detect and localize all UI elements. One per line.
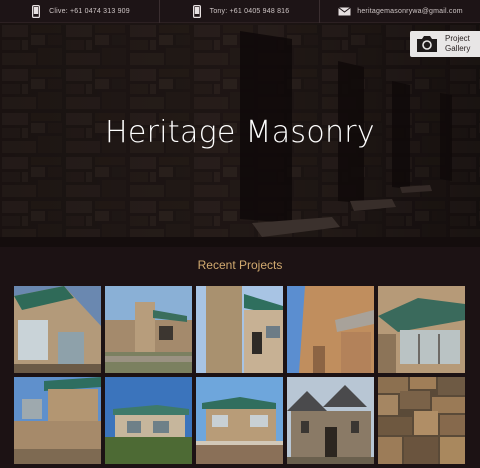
mobile-phone-icon [190, 5, 204, 19]
project-thumbnail[interactable] [378, 377, 465, 464]
project-thumbnail[interactable] [105, 377, 192, 464]
contact-tony-text: Tony: +61 0405 948 816 [209, 8, 290, 15]
contact-bar: Clive: +61 0474 313 909 Tony: +61 0405 9… [0, 0, 480, 23]
project-thumbnail[interactable] [14, 286, 101, 373]
contact-email[interactable]: heritagemasonrywa@gmail.com [320, 0, 480, 23]
project-gallery-line2: Gallery [445, 44, 471, 53]
contact-email-text: heritagemasonrywa@gmail.com [357, 8, 463, 15]
hero-banner: Heritage Masonry [0, 23, 480, 247]
project-thumbnail[interactable] [14, 377, 101, 464]
camera-icon [417, 36, 437, 52]
project-thumbnail[interactable] [196, 286, 283, 373]
project-thumbnail[interactable] [287, 377, 374, 464]
project-gallery-line1: Project [445, 34, 470, 43]
project-thumbnail[interactable] [196, 377, 283, 464]
project-thumbnail[interactable] [105, 286, 192, 373]
hero-title: Heritage Masonry [105, 115, 375, 150]
envelope-icon [337, 5, 351, 19]
project-gallery-button[interactable]: Project Gallery [410, 31, 480, 57]
project-thumbnail[interactable] [287, 286, 374, 373]
recent-projects-heading: Recent Projects [197, 258, 283, 272]
contact-clive[interactable]: Clive: +61 0474 313 909 [0, 0, 160, 23]
contact-tony[interactable]: Tony: +61 0405 948 816 [160, 0, 320, 23]
contact-clive-text: Clive: +61 0474 313 909 [49, 8, 130, 15]
project-gallery-label: Project Gallery [445, 34, 470, 54]
mobile-phone-icon [29, 5, 43, 19]
project-thumbnail[interactable] [378, 286, 465, 373]
